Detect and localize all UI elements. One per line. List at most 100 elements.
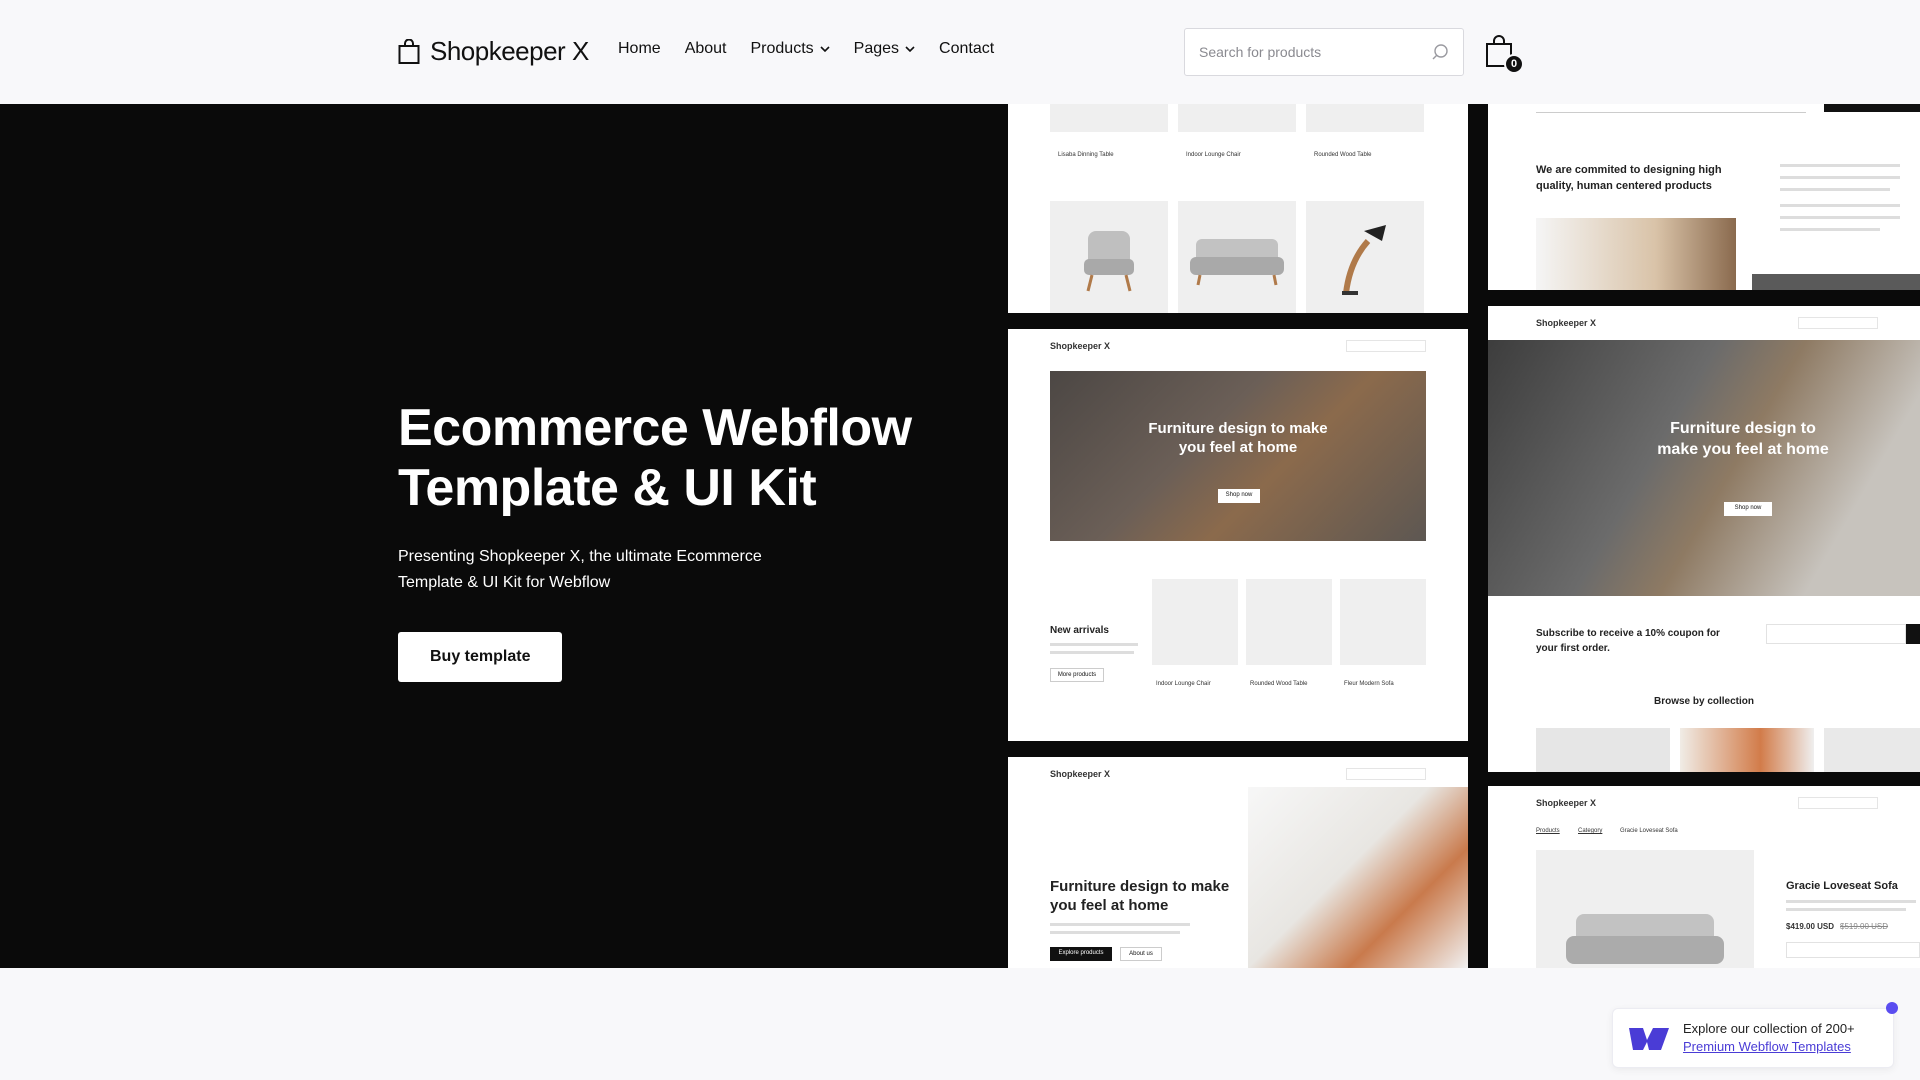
nav-home-label: Home xyxy=(618,40,661,57)
mini-logo: Shopkeeper X xyxy=(1536,318,1597,328)
logo[interactable]: Shopkeeper X xyxy=(398,36,589,67)
breadcrumb-category: Category xyxy=(1578,828,1603,834)
mini-nav: Shopkeeper X xyxy=(1488,788,1920,818)
product-name: Rounded Wood Table xyxy=(1314,152,1372,158)
chair-image xyxy=(1050,201,1168,313)
text-line xyxy=(1780,188,1890,191)
nav-home[interactable]: Home xyxy=(618,40,661,58)
mini-logo: Shopkeeper X xyxy=(1050,769,1111,779)
explore-products-button: Explore products xyxy=(1050,947,1112,961)
chevron-down-icon xyxy=(905,46,915,52)
chevron-down-icon xyxy=(820,46,830,52)
hero-section: Ecommerce Webflow Template & UI Kit Pres… xyxy=(0,104,1920,968)
interior-image xyxy=(1536,218,1736,290)
nav-contact-label: Contact xyxy=(939,40,995,57)
mini-logo: Shopkeeper X xyxy=(1050,341,1111,351)
sofa-image xyxy=(1178,201,1296,313)
email-input xyxy=(1766,624,1906,644)
collection-tile xyxy=(1680,728,1814,772)
product-tile xyxy=(1340,579,1426,665)
text-line xyxy=(1780,216,1900,219)
armchair-icon xyxy=(1084,231,1134,292)
mini-search xyxy=(1798,317,1878,329)
new-arrivals-heading: New arrivals xyxy=(1050,625,1109,636)
collection-tile xyxy=(1536,728,1670,772)
mini-search xyxy=(1346,768,1426,780)
text-line xyxy=(1050,931,1180,934)
mini-nav: Shopkeeper X xyxy=(1008,759,1468,789)
preview-card-products-grid: Lisaba Dinning Table Indoor Lounge Chair… xyxy=(1008,104,1468,313)
hero-heading: Furniture design to make you feel at hom… xyxy=(1148,420,1328,456)
hero-title-line1: Ecommerce Webflow xyxy=(398,399,912,457)
nav-about-label: About xyxy=(684,40,727,57)
search-icon[interactable] xyxy=(1431,43,1449,61)
product-title: Gracie Loveseat Sofa xyxy=(1786,880,1898,892)
hero-heading: Furniture design to make you feel at hom… xyxy=(1657,420,1829,458)
preview-card-landing: Shopkeeper X Furniture design to make yo… xyxy=(1008,757,1468,968)
nav-products-label: Products xyxy=(750,40,814,57)
product-name: Fleur Modern Sofa xyxy=(1344,681,1394,687)
search-input[interactable] xyxy=(1199,44,1431,60)
buy-template-button[interactable]: Buy template xyxy=(398,632,563,682)
text-line xyxy=(1780,228,1880,231)
text-line xyxy=(1780,164,1900,167)
preview-card-product-detail: Shopkeeper X Products Category Gracie Lo… xyxy=(1488,786,1920,968)
black-bar xyxy=(1824,104,1920,112)
mini-search xyxy=(1346,340,1426,352)
shopping-bag-icon xyxy=(398,38,420,64)
nav-about[interactable]: About xyxy=(685,40,727,58)
divider xyxy=(1536,112,1806,113)
text-line xyxy=(1786,908,1906,911)
notification-dot xyxy=(1886,1002,1898,1014)
product-name: Indoor Lounge Chair xyxy=(1156,681,1211,687)
product-price: $419.00 USD xyxy=(1786,922,1835,931)
site-header: Shopkeeper X Home About Products Pages C… xyxy=(0,0,1920,104)
sofa-product-image xyxy=(1536,850,1754,968)
collection-tile xyxy=(1824,728,1920,772)
nav-products[interactable]: Products xyxy=(751,40,830,58)
more-products-button: More products xyxy=(1050,668,1104,682)
shop-now-button: Shop now xyxy=(1724,502,1772,516)
hero-title: Ecommerce Webflow Template & UI Kit xyxy=(398,398,918,518)
product-tile xyxy=(1246,579,1332,665)
promo-link[interactable]: Premium Webflow Templates xyxy=(1683,1038,1855,1056)
main-nav: Home About Products Pages Contact xyxy=(618,40,1018,58)
text-line xyxy=(1050,643,1138,646)
preview-card-about: We are commited to designing high qualit… xyxy=(1488,104,1920,290)
cart-button[interactable]: 0 xyxy=(1484,34,1524,74)
browse-heading: Browse by collection xyxy=(1653,696,1755,707)
product-tile xyxy=(1050,104,1168,132)
lamp-icon xyxy=(1342,225,1386,295)
subscribe-button xyxy=(1906,624,1920,644)
cart-count-badge: 0 xyxy=(1504,54,1524,74)
mini-search xyxy=(1798,797,1878,809)
promo-popup[interactable]: Explore our collection of 200+ Premium W… xyxy=(1612,1008,1894,1068)
product-name: Lisaba Dinning Table xyxy=(1058,152,1114,158)
subscribe-text: Subscribe to receive a 10% coupon for yo… xyxy=(1536,628,1720,654)
promo-line1: Explore our collection of 200+ xyxy=(1683,1021,1855,1036)
interior-image-2 xyxy=(1752,274,1920,290)
product-tile xyxy=(1152,579,1238,665)
about-us-button: About us xyxy=(1120,947,1162,961)
webflow-logo-icon xyxy=(1629,1028,1669,1050)
text-line xyxy=(1050,651,1134,654)
nav-pages[interactable]: Pages xyxy=(854,40,915,58)
nav-contact[interactable]: Contact xyxy=(939,40,994,58)
product-name: Rounded Wood Table xyxy=(1250,681,1308,687)
breadcrumb-current: Gracie Loveseat Sofa xyxy=(1620,828,1678,834)
product-name: Indoor Lounge Chair xyxy=(1186,152,1241,158)
preview-card-home: Shopkeeper X Furniture design to make yo… xyxy=(1008,329,1468,741)
landing-heading: Furniture design to make you feel at hom… xyxy=(1050,878,1230,914)
sofa-icon xyxy=(1190,239,1284,286)
text-line xyxy=(1780,204,1900,207)
text-line xyxy=(1050,923,1190,926)
hero-subtitle: Presenting Shopkeeper X, the ultimate Ec… xyxy=(398,548,762,591)
text-line xyxy=(1780,176,1900,179)
stairs-image xyxy=(1248,787,1468,968)
hero-content: Ecommerce Webflow Template & UI Kit Pres… xyxy=(398,398,918,682)
shop-now-button: Shop now xyxy=(1218,489,1260,503)
about-statement: We are commited to designing high qualit… xyxy=(1536,164,1722,192)
search-box[interactable] xyxy=(1184,28,1464,76)
hero-title-line2: Template & UI Kit xyxy=(398,459,817,517)
promo-text: Explore our collection of 200+ Premium W… xyxy=(1683,1020,1855,1056)
